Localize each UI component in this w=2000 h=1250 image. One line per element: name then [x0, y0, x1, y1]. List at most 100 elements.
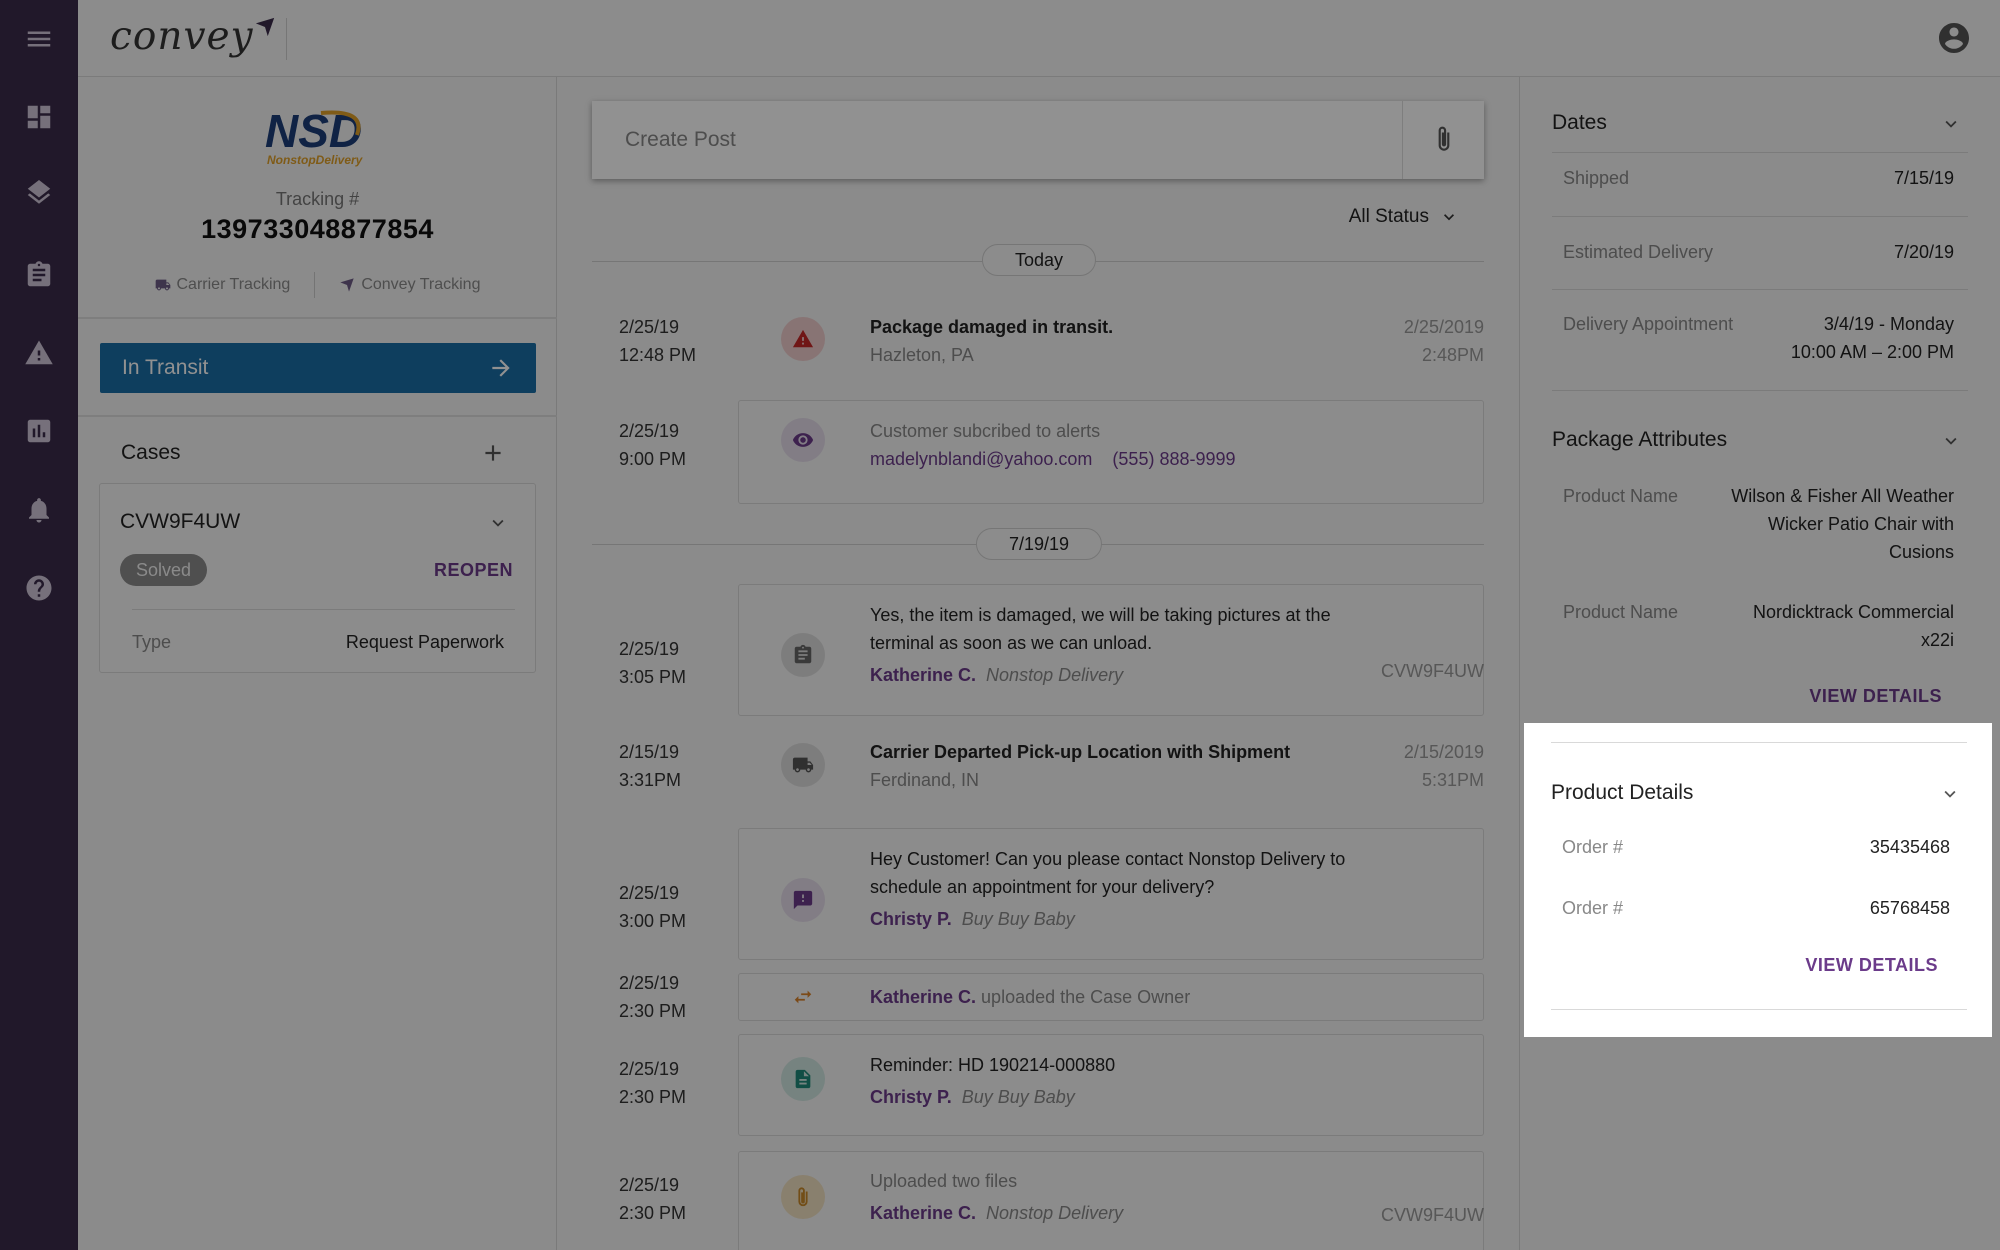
product-name-value: Nordicktrack Commercial x22i — [1752, 602, 1954, 650]
customer-email-link[interactable]: madelynblandi@yahoo.com — [870, 449, 1092, 469]
feed-item: 2/25/19 12:48 PM Package damaged in trans… — [557, 313, 1519, 393]
tracking-number: 139733048877854 — [201, 214, 434, 244]
status-button[interactable]: In Transit — [100, 343, 536, 393]
warning-icon[interactable] — [19, 333, 59, 373]
paperclip-icon — [781, 1175, 825, 1219]
bell-icon[interactable] — [19, 490, 59, 530]
item-date: 2/25/19 2:30 PM — [619, 973, 687, 1021]
plus-icon — [485, 445, 501, 461]
feed-item: 2/25/19 9:00 PM Customer subcribed to ale… — [557, 417, 1519, 497]
chevron-down-icon[interactable] — [1939, 783, 1961, 805]
layers-icon[interactable] — [19, 175, 59, 215]
top-divider — [286, 18, 287, 60]
appointment-label: Delivery Appointment — [1563, 314, 1734, 334]
logo-mark-icon — [255, 17, 274, 37]
author-link[interactable]: Christy P. — [870, 1087, 952, 1107]
product-name-label: Product Name — [1563, 486, 1679, 506]
dates-title: Dates — [1552, 111, 1607, 134]
est-delivery-label: Estimated Delivery — [1563, 242, 1714, 262]
section-divider — [1552, 289, 1968, 290]
arrow-right-icon — [492, 359, 510, 377]
author-link[interactable]: Christy P. — [870, 909, 952, 929]
chevron-down-icon[interactable] — [487, 512, 509, 534]
author-link[interactable]: Katherine C. — [870, 987, 976, 1007]
case-ref[interactable]: CVW9F4UW — [1381, 1205, 1484, 1226]
panel-divider — [78, 415, 557, 417]
feed-item: 2/15/19 3:31PM Carrier Departed Pick-up L… — [557, 738, 1519, 818]
product-details-title: Product Details — [1551, 781, 1694, 804]
reopen-button[interactable]: REOPEN — [434, 560, 513, 581]
section-divider — [1552, 152, 1968, 153]
tracking-label: Tracking # — [275, 189, 360, 209]
case-ref[interactable]: CVW9F4UW — [1381, 661, 1484, 682]
item-body: Uploaded two files Katherine C. Nonstop … — [870, 1171, 1124, 1223]
clipboard-icon[interactable] — [19, 255, 59, 295]
section-divider — [1551, 1009, 1967, 1010]
menu-icon[interactable] — [19, 19, 59, 59]
details-panel: Dates Shipped 7/15/19 Estimated Delivery… — [1519, 77, 2000, 1250]
logo-text: convey — [110, 14, 254, 59]
order-number-label: Order # — [1562, 898, 1624, 918]
case-type-value: Request Paperwork — [345, 632, 504, 652]
convey-logo[interactable]: convey — [110, 14, 276, 62]
top-bar: convey — [78, 0, 2000, 77]
nav-rail — [0, 0, 78, 1250]
alert-icon — [781, 317, 825, 361]
swap-icon — [781, 975, 825, 1019]
case-divider — [132, 609, 515, 610]
carrier-tracking-label: Carrier Tracking — [176, 276, 291, 293]
convey-tracking-label: Convey Tracking — [361, 276, 481, 293]
paperclip-icon — [1438, 126, 1449, 151]
item-timestamp: 2/25/2019 2:48PM — [1403, 317, 1484, 365]
case-card: CVW9F4UW Solved REOPEN Type Request Pape… — [99, 483, 536, 673]
account-icon[interactable] — [1936, 20, 1972, 56]
product-details-card: Product Details Order # 35435468 Order #… — [1524, 723, 1992, 1037]
tracking-links: Carrier Tracking Convey Tracking — [78, 272, 557, 298]
product-name-value: Wilson & Fisher All Weather Wicker Patio … — [1731, 486, 1954, 562]
create-post-input[interactable]: Create Post — [592, 101, 1402, 179]
truck-icon — [155, 279, 170, 291]
chevron-down-icon[interactable] — [1940, 430, 1962, 452]
package-attributes-title: Package Attributes — [1552, 428, 1728, 451]
feed-item: 2/25/19 2:30 PM Katherine C. uploaded the… — [557, 969, 1519, 1029]
carrier-tracking-link[interactable]: Carrier Tracking — [155, 276, 291, 294]
product-name-label: Product Name — [1563, 602, 1679, 622]
item-date: 2/25/19 2:30 PM — [619, 1175, 687, 1223]
cases-title: Cases — [121, 441, 181, 464]
section-divider — [1552, 390, 1968, 391]
author-link[interactable]: Katherine C. — [870, 665, 976, 685]
chevron-down-icon — [1444, 214, 1454, 221]
chevron-down-icon[interactable] — [1940, 113, 1962, 135]
chart-icon[interactable] — [19, 411, 59, 451]
item-date: 2/25/19 3:05 PM — [619, 639, 687, 687]
view-details-link[interactable]: VIEW DETAILS — [1809, 686, 1942, 707]
date-pill-today: Today — [981, 244, 1097, 276]
convey-arrow-icon — [340, 278, 354, 292]
dashboard-icon[interactable] — [19, 97, 59, 137]
shipped-label: Shipped — [1563, 168, 1630, 188]
status-filter[interactable]: All Status — [1349, 206, 1459, 228]
item-body: Katherine C. uploaded the Case Owner — [870, 987, 1191, 1007]
item-timestamp: 2/15/2019 5:31PM — [1403, 742, 1484, 790]
appointment-value: 3/4/19 - Monday 10:00 AM – 2:00 PM — [1790, 314, 1954, 362]
item-body: Yes, the item is damaged, we will be tak… — [870, 605, 1331, 685]
view-details-link[interactable]: VIEW DETAILS — [1805, 955, 1938, 976]
order-number-value: 35435468 — [1869, 837, 1950, 857]
attach-button[interactable] — [1402, 101, 1484, 179]
customer-phone-link[interactable]: (555) 888-9999 — [1112, 449, 1235, 469]
item-date: 2/25/19 2:30 PM — [619, 1059, 687, 1107]
item-body: Customer subcribed to alerts madelynblan… — [870, 421, 1236, 469]
status-badge: Solved — [120, 554, 208, 586]
shipped-value: 7/15/19 — [1893, 168, 1954, 188]
help-icon[interactable] — [19, 568, 59, 608]
section-divider — [1552, 216, 1968, 217]
feed-item: 2/25/19 3:05 PM Yes, the item is damaged,… — [557, 601, 1519, 711]
est-delivery-value: 7/20/19 — [1893, 242, 1954, 262]
convey-tracking-link[interactable]: Convey Tracking — [339, 276, 480, 294]
author-link[interactable]: Katherine C. — [870, 1203, 976, 1223]
case-id: CVW9F4UW — [120, 510, 241, 533]
svg-text:NonstopDelivery: NonstopDelivery — [267, 153, 364, 167]
item-date: 2/15/19 3:31PM — [619, 742, 682, 790]
add-case-button[interactable] — [480, 440, 506, 466]
message-alert-icon — [781, 878, 825, 922]
